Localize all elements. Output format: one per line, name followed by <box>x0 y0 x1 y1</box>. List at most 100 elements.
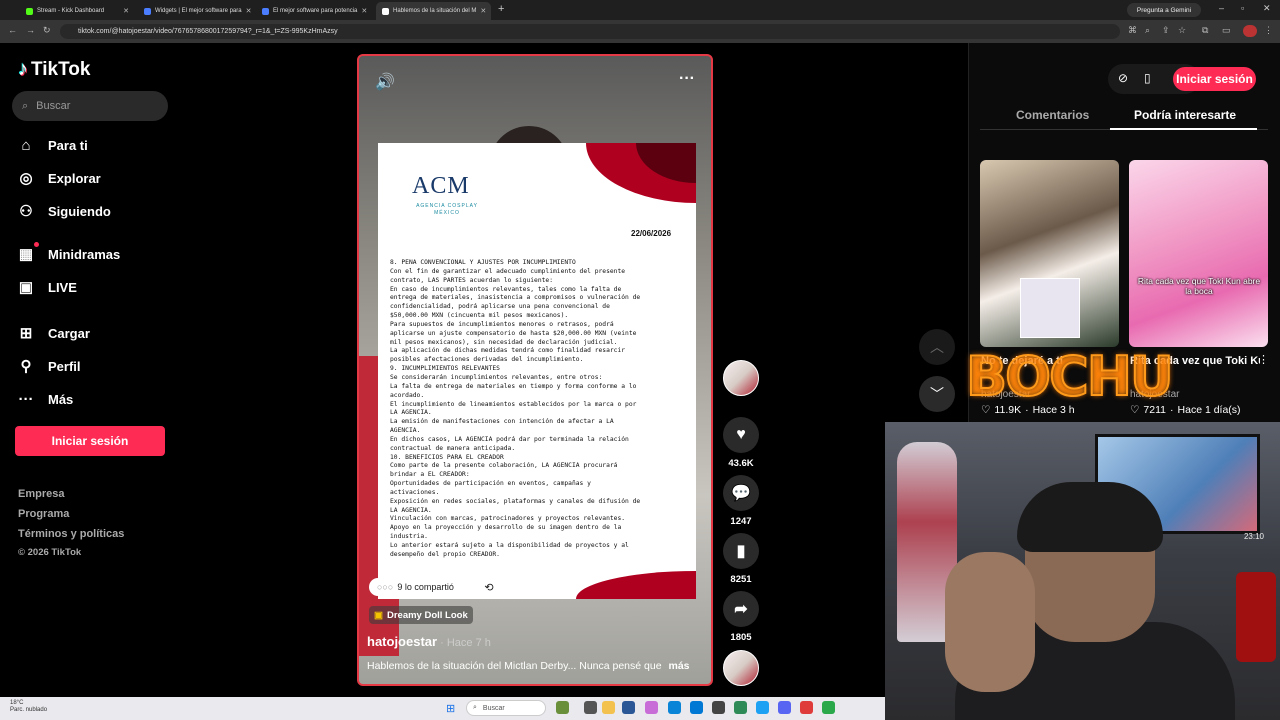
taskbar-app-icon[interactable] <box>712 701 725 714</box>
save-action[interactable]: ▮ 8251 <box>723 533 759 585</box>
software-favicon-icon <box>262 7 269 15</box>
discord-icon[interactable] <box>778 701 791 714</box>
card-more-icon[interactable]: ⋮ <box>1258 353 1269 366</box>
more-options-icon[interactable]: ··· <box>679 70 695 88</box>
like-action[interactable]: ♥ 43.6K <box>723 417 759 469</box>
shared-by-badge[interactable]: ○○○ 9 lo compartió <box>369 578 462 596</box>
phone-icon[interactable]: ▯ <box>1144 71 1151 85</box>
caption-more-link[interactable]: más <box>668 660 689 672</box>
document-line: activaciones. <box>390 488 440 496</box>
doc-decoration <box>576 571 696 599</box>
nav-item-mas[interactable]: ··· Más <box>18 388 74 410</box>
nav-item-para-ti[interactable]: ⌂ Para ti <box>18 134 87 156</box>
browser-tab-active[interactable]: Hablemos de la situación del M ✕ <box>376 2 491 20</box>
nav-item-live[interactable]: ▣ LIVE <box>18 276 77 298</box>
browser-tab[interactable]: Stream - Kick Dashboard ✕ <box>20 2 135 20</box>
document-line: Lo anterior estará sujeto a la disponibi… <box>390 542 629 549</box>
live-icon: ▣ <box>18 279 34 296</box>
taskbar-app-icon[interactable] <box>622 701 635 714</box>
taskbar-app-icon[interactable] <box>556 701 569 714</box>
video-caption: Hablemos de la situación del Mictlan Der… <box>367 660 707 672</box>
zoom-icon[interactable]: ⌕ <box>1145 25 1150 36</box>
document-line: LA AGENCIA. <box>390 409 432 417</box>
close-tab-icon[interactable]: ✕ <box>246 7 252 15</box>
close-window-icon[interactable]: ✕ <box>1263 3 1271 14</box>
chrome-icon[interactable] <box>734 701 747 714</box>
tab-podria-interesarte[interactable]: Podría interesarte <box>1134 108 1236 122</box>
windows-start-icon[interactable]: ⊞ <box>446 702 455 715</box>
minimize-icon[interactable]: – <box>1219 3 1224 13</box>
footer-link-terminos[interactable]: Términos y políticas <box>18 528 124 540</box>
taskbar-app-icon[interactable] <box>822 701 835 714</box>
profile-avatar[interactable] <box>1243 25 1257 37</box>
browser-tab[interactable]: Widgets | El mejor software para ✕ <box>138 2 253 20</box>
edge-icon[interactable] <box>668 701 681 714</box>
share-arrow-icon[interactable]: ➦ <box>723 591 759 627</box>
bookmark-icon[interactable]: ▮ <box>723 533 759 569</box>
nav-item-siguiendo[interactable]: ⚇ Siguiendo <box>18 200 111 222</box>
compass-small-icon[interactable]: ⊘ <box>1118 71 1128 85</box>
search-input[interactable]: ⌕ Buscar <box>12 91 168 121</box>
tab-comentarios[interactable]: Comentarios <box>1016 108 1089 122</box>
forward-icon[interactable]: → <box>26 25 35 35</box>
taskbar-search[interactable]: ⌕ Buscar <box>466 700 546 716</box>
taskbar-app-icon[interactable] <box>690 701 703 714</box>
recommended-video-card[interactable] <box>980 160 1119 347</box>
upload-icon: ⊞ <box>19 325 33 342</box>
nav-item-minidramas[interactable]: ▦ Minidramas <box>18 243 120 265</box>
nav-label: Explorar <box>48 170 101 186</box>
nav-item-cargar[interactable]: ⊞ Cargar <box>18 322 90 344</box>
back-icon[interactable]: ← <box>8 25 17 35</box>
recommended-video-card[interactable] <box>1129 160 1268 347</box>
file-explorer-icon[interactable] <box>602 701 615 714</box>
heart-icon[interactable]: ♥ <box>723 417 759 453</box>
weather-widget[interactable]: 18°C Parc. nublado <box>10 700 47 714</box>
menu-icon[interactable]: ⋮ <box>1264 25 1273 36</box>
gemini-button[interactable]: Pregunta a Gemini <box>1127 3 1201 17</box>
share-icon[interactable]: ⇪ <box>1162 25 1170 36</box>
extensions-icon[interactable]: ⧉ <box>1202 25 1208 36</box>
maximize-icon[interactable]: ▫ <box>1241 3 1244 13</box>
taskbar-app-icon[interactable] <box>800 701 813 714</box>
music-disc-avatar[interactable] <box>723 650 759 686</box>
next-video-icon[interactable]: ﹀ <box>919 376 955 412</box>
video-author[interactable]: hatojoestar · Hace 7 h <box>367 634 491 649</box>
effect-tag[interactable]: ▣ Dreamy Doll Look <box>369 606 473 624</box>
url-bar[interactable]: tiktok.com/@hatojoestar/video/7676578680… <box>60 24 1120 39</box>
reload-icon[interactable]: ↻ <box>43 25 51 36</box>
close-tab-icon[interactable]: ✕ <box>480 7 486 15</box>
document-line: contrato, LAS PARTES acuerdan lo siguien… <box>390 276 554 284</box>
close-tab-icon[interactable]: ✕ <box>123 7 129 15</box>
taskbar-app-icon[interactable] <box>756 701 769 714</box>
compass-icon: ◎ <box>19 170 33 187</box>
translate-icon[interactable]: ⌘ <box>1128 25 1137 36</box>
close-tab-icon[interactable]: ✕ <box>361 7 367 15</box>
nav-label: Siguiendo <box>48 203 111 219</box>
video-player[interactable]: ACM AGENCIA COSPLAY MÉXICO 22/06/2026 8.… <box>357 54 713 686</box>
task-view-icon[interactable] <box>584 701 597 714</box>
nav-item-perfil[interactable]: ⚲ Perfil <box>18 355 81 377</box>
login-button[interactable]: Iniciar sesión <box>15 426 165 456</box>
new-tab-icon[interactable]: + <box>498 3 504 15</box>
bookmark-star-icon[interactable]: ☆ <box>1178 25 1186 36</box>
browser-tab[interactable]: El mejor software para potencia ✕ <box>256 2 371 20</box>
volume-icon[interactable]: 🔊 <box>375 72 395 92</box>
webcam-overlay: 23:10 <box>885 422 1280 720</box>
tiktok-logo[interactable]: ♪ TikTok <box>18 58 90 81</box>
red-lamp <box>1236 572 1276 662</box>
comment-action[interactable]: 💬 1247 <box>723 475 759 527</box>
monitor-clock: 23:10 <box>1243 532 1264 541</box>
nav-item-explorar[interactable]: ◎ Explorar <box>18 167 101 189</box>
author-avatar[interactable] <box>723 360 759 396</box>
save-count: 8251 <box>730 574 752 585</box>
search-icon: ⌕ <box>473 704 477 711</box>
comment-icon[interactable]: 💬 <box>723 475 759 511</box>
share-action[interactable]: ➦ 1805 <box>723 591 759 643</box>
login-button-top[interactable]: Iniciar sesión <box>1173 67 1256 91</box>
repost-icon[interactable]: ⟲ <box>479 578 499 596</box>
previous-video-icon[interactable]: ︿ <box>919 329 955 365</box>
taskbar-app-icon[interactable] <box>645 701 658 714</box>
sidebar-toggle-icon[interactable]: ▭ <box>1222 25 1231 36</box>
footer-link-empresa[interactable]: Empresa <box>18 488 64 500</box>
footer-link-programa[interactable]: Programa <box>18 508 69 520</box>
